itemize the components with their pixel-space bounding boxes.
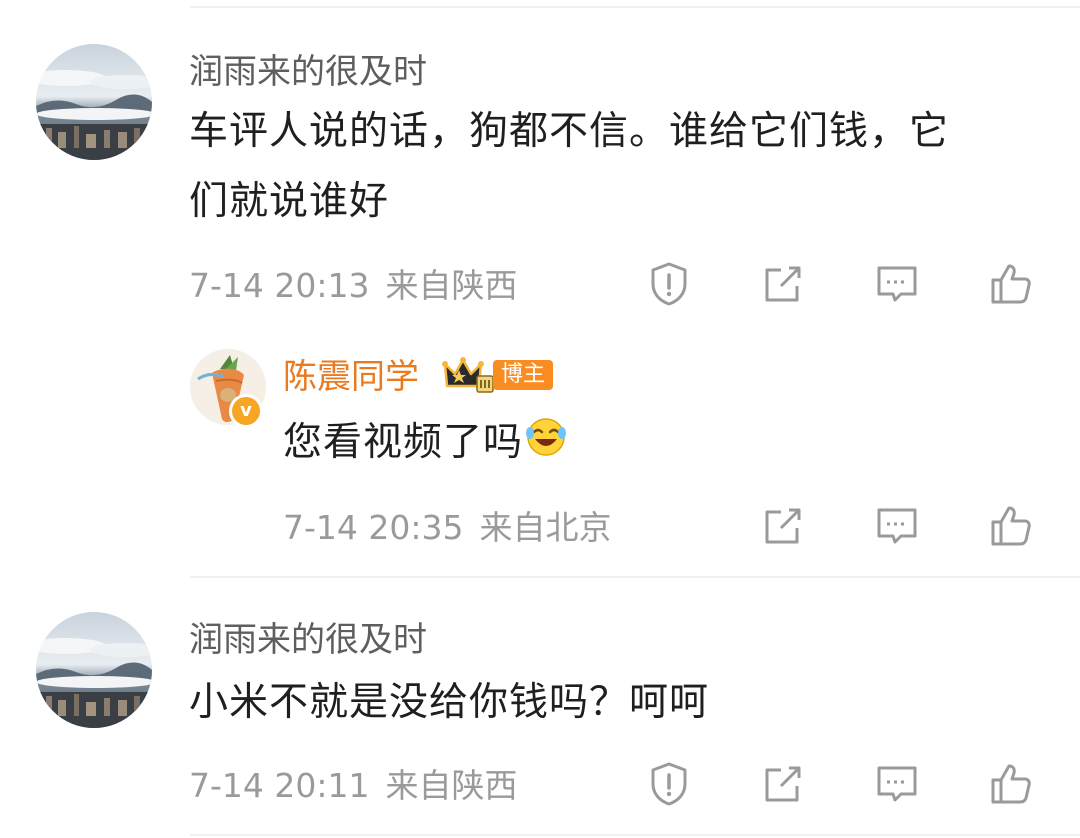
comment-username[interactable]: 润雨来的很及时 [189, 620, 427, 660]
thumbs-up-icon [991, 506, 1031, 546]
share-button[interactable] [759, 760, 807, 808]
share-icon [765, 766, 801, 802]
laugh-cry-emoji-icon [525, 410, 567, 480]
like-button[interactable] [987, 760, 1035, 808]
comment-meta: 7-14 20:13 来自陕西 [189, 266, 518, 306]
cityscape-avatar-image [36, 612, 152, 728]
like-button[interactable] [987, 260, 1035, 308]
comment-meta: 7-14 20:11 来自陕西 [189, 766, 518, 806]
comment-divider [190, 576, 1080, 578]
reply-share-button[interactable] [759, 502, 807, 550]
comment-location: 来自陕西 [385, 266, 518, 305]
report-button[interactable] [645, 760, 693, 808]
share-button[interactable] [759, 260, 807, 308]
reply-username[interactable]: 陈震同学 [283, 357, 419, 397]
verified-badge-icon: v [229, 394, 263, 428]
thumbs-up-icon [991, 264, 1031, 304]
comment-location: 来自陕西 [385, 766, 518, 805]
shield-alert-icon [651, 262, 687, 306]
report-button[interactable] [645, 260, 693, 308]
avatar[interactable] [36, 44, 152, 160]
crown-level-icon [442, 357, 494, 393]
reply-like-button[interactable] [987, 502, 1035, 550]
comment-icon [877, 766, 917, 802]
comment-text: 车评人说的话，狗都不信。谁给它们钱，它 们就说谁好 [189, 97, 1059, 237]
bottom-divider [190, 834, 1080, 836]
comment-username[interactable]: 润雨来的很及时 [189, 52, 427, 92]
host-badge-group: 博主 [441, 354, 554, 396]
reply-meta: 7-14 20:35 来自北京 [283, 508, 612, 548]
thumbs-up-icon [991, 764, 1031, 804]
share-icon [765, 508, 801, 544]
reply-button[interactable] [873, 260, 921, 308]
comment-icon [877, 508, 917, 544]
reply-comment-button[interactable] [873, 502, 921, 550]
reply-time: 7-14 20:35 [283, 508, 464, 547]
comment-icon [877, 266, 917, 302]
reply-location: 来自北京 [479, 508, 612, 547]
reply-text: 您看视频了吗 [283, 408, 567, 480]
comment-time: 7-14 20:11 [189, 766, 370, 805]
comment-time: 7-14 20:13 [189, 266, 370, 305]
host-badge: 博主 [493, 360, 554, 390]
reply-button[interactable] [873, 760, 921, 808]
top-divider [190, 6, 1080, 8]
comment-text: 小米不就是没给你钱吗？呵呵 [189, 680, 710, 725]
comment-text-line: 车评人说的话，狗都不信。谁给它们钱，它 [189, 109, 950, 154]
shield-alert-icon [651, 762, 687, 806]
cityscape-avatar-image [36, 44, 152, 160]
share-icon [765, 266, 801, 302]
comment-text-line: 们就说谁好 [189, 179, 390, 224]
avatar[interactable] [36, 612, 152, 728]
reply-text-content: 您看视频了吗 [283, 420, 524, 465]
